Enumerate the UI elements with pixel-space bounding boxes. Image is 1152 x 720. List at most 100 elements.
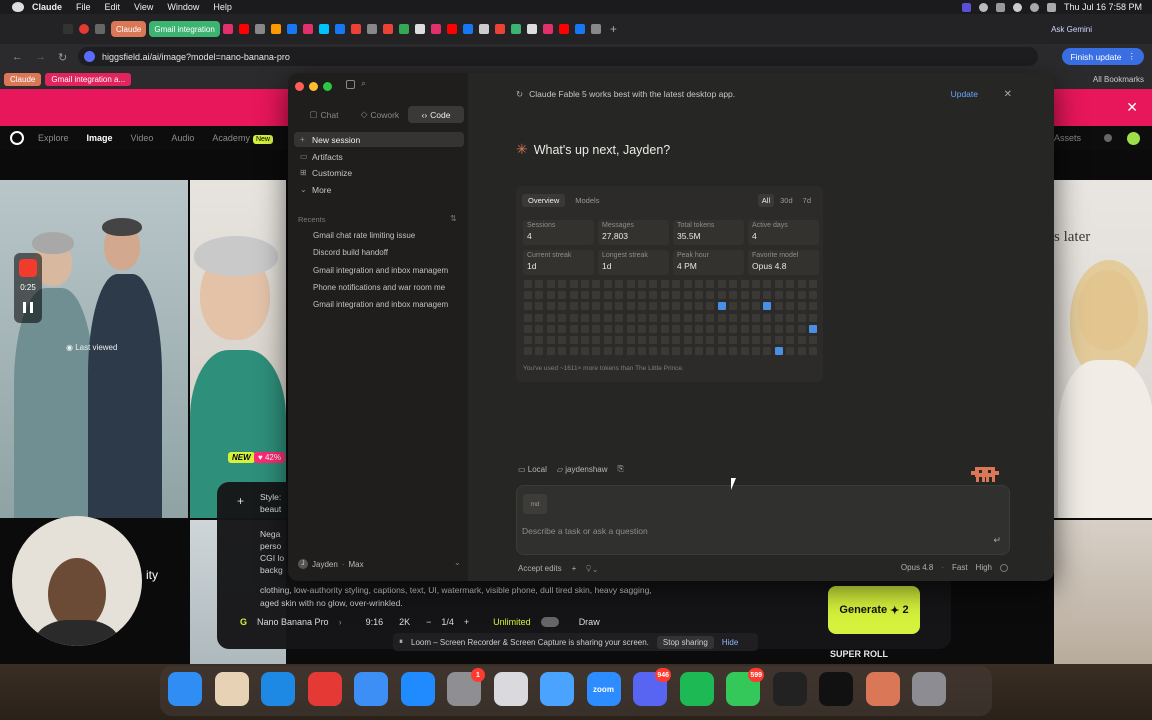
tab-favicon[interactable] bbox=[398, 24, 409, 34]
chrome-icon[interactable] bbox=[307, 672, 342, 706]
attachment-chip[interactable]: md bbox=[523, 494, 547, 514]
ask-gemini-button[interactable]: Ask Gemini bbox=[1051, 25, 1092, 34]
nav-image[interactable]: Image bbox=[87, 133, 113, 143]
close-window-icon[interactable] bbox=[295, 82, 304, 91]
spotlight-icon[interactable] bbox=[1029, 2, 1039, 12]
address-bar[interactable]: higgsfield.ai/ai/image?model=nano-banana… bbox=[78, 47, 1038, 66]
tab-favicon[interactable] bbox=[238, 24, 249, 34]
effort-selector[interactable]: High bbox=[976, 563, 992, 572]
quality-selector[interactable]: 2K bbox=[399, 617, 410, 627]
bookmark-gmail-integration[interactable]: Gmail integration a... bbox=[45, 73, 132, 86]
terminal-icon[interactable] bbox=[772, 672, 807, 706]
tab-code[interactable]: ‹› Code bbox=[408, 106, 464, 123]
minimize-window-icon[interactable] bbox=[309, 82, 318, 91]
notification-icon[interactable] bbox=[1104, 134, 1112, 142]
environment-selector[interactable]: ▭ Local bbox=[518, 465, 547, 474]
tab-favicon[interactable] bbox=[334, 24, 345, 34]
stop-recording-icon[interactable] bbox=[19, 259, 37, 277]
tab-overview[interactable]: Overview bbox=[522, 194, 566, 207]
tab-gmail-integration[interactable]: Gmail integration bbox=[149, 21, 220, 37]
webcam-bubble[interactable] bbox=[12, 516, 142, 646]
nav-audio[interactable]: Audio bbox=[171, 133, 194, 143]
filter-icon[interactable]: ⇅ bbox=[450, 214, 457, 223]
discord-icon[interactable]: 946 bbox=[633, 668, 671, 706]
task-input[interactable] bbox=[522, 523, 962, 539]
tab-favicon[interactable] bbox=[430, 24, 441, 34]
tab-favicon[interactable] bbox=[350, 24, 361, 34]
sidebar-item-more[interactable]: ⌄ More bbox=[294, 182, 464, 197]
finish-update-button[interactable]: Finish update ⋮ bbox=[1062, 48, 1144, 65]
prompt-text[interactable]: clothing, low-authority styling, caption… bbox=[260, 584, 660, 610]
tab-chat[interactable]: ▢ Chat bbox=[296, 106, 352, 123]
model-selector[interactable]: Opus 4.8 bbox=[901, 563, 933, 572]
menu-view[interactable]: View bbox=[134, 2, 153, 12]
tools-icon[interactable]: ⍜ ⌄ bbox=[586, 563, 597, 573]
search-icon[interactable]: ⌕ bbox=[361, 78, 366, 89]
icloud-icon[interactable] bbox=[540, 672, 574, 706]
tab-favicon[interactable] bbox=[366, 24, 377, 34]
capcut-icon[interactable] bbox=[819, 672, 853, 706]
tab-models[interactable]: Models bbox=[569, 194, 605, 207]
gallery-image[interactable] bbox=[1054, 520, 1152, 665]
new-tab-icon[interactable]: + bbox=[610, 22, 617, 36]
tab-favicon[interactable] bbox=[302, 24, 313, 34]
nav-explore[interactable]: Explore bbox=[38, 133, 69, 143]
tab-favicon[interactable] bbox=[270, 24, 281, 34]
tab-favicon[interactable] bbox=[478, 24, 489, 34]
tab-favicon[interactable] bbox=[510, 24, 521, 34]
back-icon[interactable]: ← bbox=[12, 51, 23, 63]
range-30d[interactable]: 30d bbox=[776, 194, 797, 207]
recent-session[interactable]: Gmail integration and inbox managem bbox=[313, 300, 459, 314]
tab-favicon[interactable] bbox=[590, 24, 601, 34]
tab-favicon[interactable] bbox=[494, 24, 505, 34]
tab-favicon[interactable] bbox=[79, 24, 89, 34]
tab-favicon[interactable] bbox=[542, 24, 553, 34]
forward-icon[interactable]: → bbox=[35, 51, 46, 63]
sidebar-toggle-icon[interactable] bbox=[346, 80, 355, 89]
tab-claude[interactable]: Claude bbox=[111, 21, 147, 37]
recent-session[interactable]: Phone notifications and war room me bbox=[313, 283, 459, 297]
bookmark-claude[interactable]: Claude bbox=[4, 73, 42, 86]
launchpad-icon[interactable] bbox=[214, 672, 249, 706]
range-7d[interactable]: 7d bbox=[799, 194, 815, 207]
hide-button[interactable]: Hide bbox=[722, 638, 738, 647]
apple-icon[interactable] bbox=[12, 2, 24, 12]
menu-app-name[interactable]: Claude bbox=[32, 2, 62, 12]
stop-sharing-button[interactable]: Stop sharing bbox=[656, 635, 714, 649]
draw-button[interactable]: Draw bbox=[579, 617, 600, 627]
tab-favicon[interactable] bbox=[286, 24, 297, 34]
tab-favicon[interactable] bbox=[462, 24, 473, 34]
control-center-icon[interactable] bbox=[1046, 2, 1056, 12]
aspect-ratio-selector[interactable]: 9:16 bbox=[366, 617, 384, 627]
nav-video[interactable]: Video bbox=[131, 133, 154, 143]
safari-icon[interactable] bbox=[261, 672, 295, 706]
battery-icon[interactable] bbox=[995, 2, 1005, 12]
finder-icon[interactable] bbox=[168, 672, 202, 706]
close-icon[interactable]: ✕ bbox=[1126, 99, 1138, 116]
menu-edit[interactable]: Edit bbox=[105, 2, 121, 12]
tab-favicon[interactable] bbox=[558, 24, 569, 34]
messages-icon[interactable]: 599 bbox=[726, 668, 764, 706]
trash-icon[interactable] bbox=[912, 672, 946, 706]
recent-session[interactable]: Gmail chat rate limiting issue bbox=[313, 231, 459, 245]
speed-selector[interactable]: Fast bbox=[952, 563, 968, 572]
model-selector[interactable]: Nano Banana Pro bbox=[257, 617, 329, 627]
range-all[interactable]: All bbox=[757, 194, 775, 207]
menu-help[interactable]: Help bbox=[213, 2, 232, 12]
iphone-mirroring-icon[interactable] bbox=[493, 672, 528, 706]
gallery-image[interactable] bbox=[190, 180, 286, 518]
tab-favicon[interactable] bbox=[95, 24, 105, 34]
spotify-icon[interactable] bbox=[679, 672, 714, 706]
tab-favicon[interactable] bbox=[254, 24, 265, 34]
add-icon[interactable]: + bbox=[572, 564, 577, 573]
zoom-window-icon[interactable] bbox=[323, 82, 332, 91]
sidebar-item-artifacts[interactable]: ▭ Artifacts bbox=[294, 149, 464, 164]
tab-favicon[interactable] bbox=[574, 24, 585, 34]
increment-icon[interactable]: + bbox=[464, 617, 469, 627]
recent-session[interactable]: Discord build handoff bbox=[313, 248, 459, 262]
account-menu[interactable]: J Jayden · Max bbox=[298, 559, 364, 569]
permission-mode-selector[interactable]: Accept edits bbox=[518, 564, 562, 573]
user-avatar[interactable] bbox=[1127, 131, 1140, 145]
nav-assets[interactable]: Assets bbox=[1054, 133, 1081, 143]
toggle-switch[interactable] bbox=[540, 617, 559, 627]
